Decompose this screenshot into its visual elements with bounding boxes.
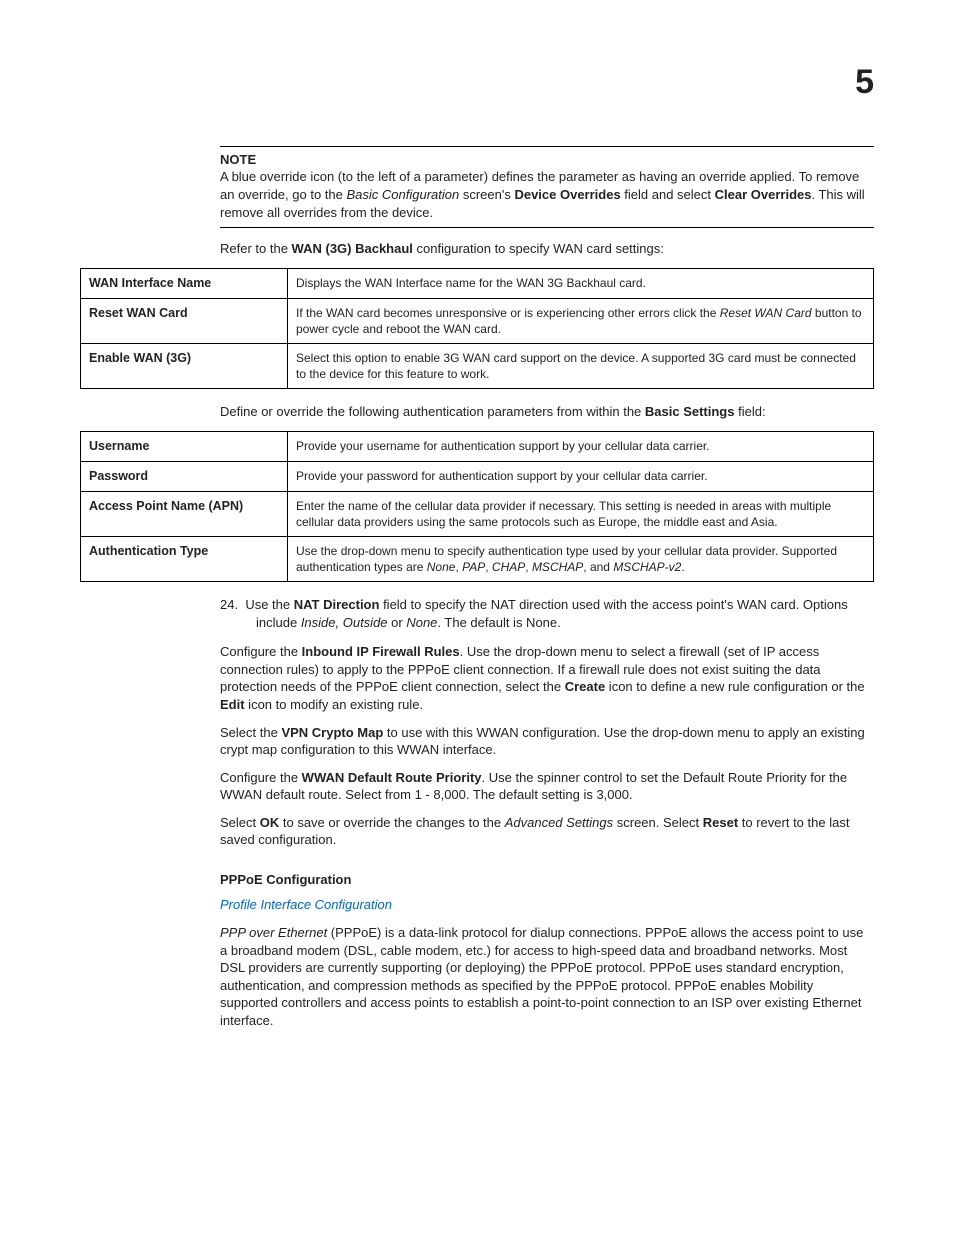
text: , [485,560,492,574]
text-bold: WWAN Default Route Priority [302,770,482,785]
note-text: field and select [621,187,715,202]
note-body: A blue override icon (to the left of a p… [220,168,874,221]
text-bold: OK [260,815,280,830]
text-italic: PAP [462,560,485,574]
text-bold: Basic Settings [645,404,735,419]
rule-bottom [220,227,874,228]
text: icon to define a new rule configuration … [605,679,864,694]
text-italic: None [427,560,456,574]
text: Refer to the [220,241,292,256]
text-italic: MSCHAP [532,560,583,574]
note-text-bold: Clear Overrides [715,187,812,202]
row-label: Enable WAN (3G) [81,343,288,388]
pppoe-body: PPP over Ethernet (PPPoE) is a data-link… [220,924,874,1029]
text-italic: Inside, Outside [301,615,388,630]
text: Provide your password for authentication… [296,469,708,483]
row-desc: Enter the name of the cellular data prov… [288,491,874,536]
table-row: WAN Interface Name Displays the WAN Inte… [81,268,874,298]
text-italic: PPP over Ethernet [220,925,327,940]
text: configuration to specify WAN card settin… [413,241,664,256]
text: Select [220,815,260,830]
note-text-bold: Device Overrides [514,187,620,202]
text: or [388,615,407,630]
table-row: Access Point Name (APN) Enter the name o… [81,491,874,536]
text-bold: Create [565,679,605,694]
row-label: Access Point Name (APN) [81,491,288,536]
row-label: Authentication Type [81,536,288,581]
text: field: [734,404,765,419]
text: Configure the [220,770,302,785]
wan-backhaul-table: WAN Interface Name Displays the WAN Inte… [80,268,874,390]
text-bold: NAT Direction [294,597,380,612]
text: (PPPoE) is a data-link protocol for dial… [220,925,863,1028]
para-route-priority: Configure the WWAN Default Route Priorit… [220,769,874,804]
text-italic: Advanced Settings [505,815,613,830]
text: Use the [245,597,293,612]
text-italic: Reset WAN Card [720,306,812,320]
text: Define or override the following authent… [220,404,645,419]
table-row: Reset WAN Card If the WAN card becomes u… [81,298,874,343]
table-row: Password Provide your password for authe… [81,461,874,491]
text: Select the [220,725,281,740]
table-row: Authentication Type Use the drop-down me… [81,536,874,581]
text: Enter the name of the cellular data prov… [296,499,831,529]
para-ok-reset: Select OK to save or override the change… [220,814,874,849]
text: If the WAN card becomes unresponsive or … [296,306,720,320]
note-title: NOTE [220,151,874,169]
intro-basic-settings: Define or override the following authent… [220,403,874,421]
row-desc: Select this option to enable 3G WAN card… [288,343,874,388]
text: Provide your username for authentication… [296,439,710,453]
step-list: 24. Use the NAT Direction field to speci… [220,596,874,631]
step-24: 24. Use the NAT Direction field to speci… [220,596,874,631]
text: to save or override the changes to the [279,815,504,830]
text: Displays the WAN Interface name for the … [296,276,646,290]
basic-settings-table: Username Provide your username for authe… [80,431,874,583]
text-bold: VPN Crypto Map [281,725,383,740]
text: . [681,560,684,574]
table-row: Username Provide your username for authe… [81,431,874,461]
text-bold: Edit [220,697,245,712]
profile-interface-link[interactable]: Profile Interface Configuration [220,896,874,914]
text-italic: CHAP [492,560,525,574]
row-label: Password [81,461,288,491]
row-label: WAN Interface Name [81,268,288,298]
text-italic: MSCHAP-v2 [613,560,681,574]
text: Select this option to enable 3G WAN card… [296,351,856,381]
page-number: 5 [80,60,874,106]
table-row: Enable WAN (3G) Select this option to en… [81,343,874,388]
text: , and [583,560,613,574]
para-firewall: Configure the Inbound IP Firewall Rules.… [220,643,874,713]
row-label: Reset WAN Card [81,298,288,343]
note-text: screen's [459,187,514,202]
text: , [525,560,532,574]
text-bold: Reset [703,815,738,830]
step-number: 24. [220,597,238,612]
text: . The default is None. [437,615,560,630]
intro-wan-backhaul: Refer to the WAN (3G) Backhaul configura… [220,240,874,258]
rule-top [220,146,874,147]
para-vpn: Select the VPN Crypto Map to use with th… [220,724,874,759]
note-text-italic: Basic Configuration [346,187,459,202]
row-label: Username [81,431,288,461]
text: screen. Select [613,815,703,830]
row-desc: Displays the WAN Interface name for the … [288,268,874,298]
row-desc: Use the drop-down menu to specify authen… [288,536,874,581]
row-desc: If the WAN card becomes unresponsive or … [288,298,874,343]
text-italic: None [406,615,437,630]
pppoe-config-heading: PPPoE Configuration [220,871,874,889]
text: Configure the [220,644,302,659]
text-bold: WAN (3G) Backhaul [292,241,413,256]
text-bold: Inbound IP Firewall Rules [302,644,460,659]
row-desc: Provide your username for authentication… [288,431,874,461]
row-desc: Provide your password for authentication… [288,461,874,491]
text: icon to modify an existing rule. [245,697,423,712]
